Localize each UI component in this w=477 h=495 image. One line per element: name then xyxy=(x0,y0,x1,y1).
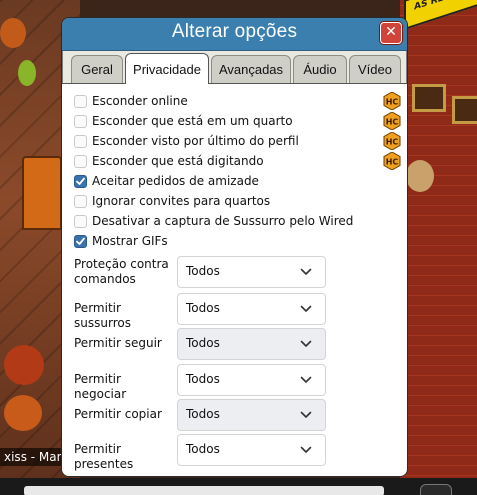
wall-picture-frame xyxy=(452,96,477,124)
checkbox[interactable] xyxy=(74,135,87,148)
tab-privacidade[interactable]: Privacidade xyxy=(125,53,209,84)
tab-audio[interactable]: Áudio xyxy=(293,55,347,83)
svg-text:HC: HC xyxy=(386,98,399,107)
chat-input[interactable] xyxy=(24,486,384,495)
select-label: Permitir negociar xyxy=(74,372,127,401)
svg-text:HC: HC xyxy=(386,158,399,167)
checkmark-icon xyxy=(76,177,85,185)
select-value: Todos xyxy=(186,442,220,456)
svg-text:HC: HC xyxy=(386,118,399,127)
chat-style-button[interactable] xyxy=(420,484,452,495)
checkbox[interactable] xyxy=(74,195,87,208)
close-icon: ✕ xyxy=(385,24,397,40)
select-label: Permitir copiar xyxy=(74,407,162,421)
sussurros-select[interactable]: Todos xyxy=(177,293,326,325)
dialog-title: Alterar opções xyxy=(171,21,298,42)
tab-avancadas[interactable]: Avançadas xyxy=(211,55,291,83)
chevron-down-icon xyxy=(300,376,312,383)
select-value: Todos xyxy=(186,336,220,350)
select-row-copiar: Permitir copiar Todos xyxy=(74,399,394,433)
close-button[interactable]: ✕ xyxy=(380,22,402,44)
option-mostrar-gifs[interactable]: Mostrar GIFs xyxy=(74,233,394,251)
checkbox-label: Mostrar GIFs xyxy=(92,234,168,248)
checkbox-label: Esconder que está digitando xyxy=(92,154,264,168)
chevron-down-icon xyxy=(300,411,312,418)
chevron-down-icon xyxy=(300,305,312,312)
privacy-panel: Esconder online HC Esconder que está em … xyxy=(62,84,407,476)
tab-label: Áudio xyxy=(303,62,337,77)
checkmark-icon xyxy=(76,237,85,245)
chevron-down-icon xyxy=(300,268,312,275)
wall-picture-frame xyxy=(412,84,446,112)
tab-label: Privacidade xyxy=(133,62,201,77)
checkbox-label: Esconder online xyxy=(92,94,188,108)
select-row-protecao-comandos: Proteção contra comandos Todos xyxy=(74,256,394,290)
tab-video[interactable]: Vídeo xyxy=(349,55,401,83)
decor-plant xyxy=(406,160,434,192)
dialog-titlebar[interactable]: Alterar opções ✕ xyxy=(62,18,407,51)
protecao-comandos-select[interactable]: Todos xyxy=(177,256,326,288)
checkbox[interactable] xyxy=(74,215,87,228)
tab-label: Vídeo xyxy=(358,62,392,77)
presentes-select[interactable]: Todos xyxy=(177,434,326,466)
hc-badge-icon: HC xyxy=(383,92,401,110)
tab-geral[interactable]: Geral xyxy=(71,55,123,83)
options-dialog: Alterar opções ✕ Geral Privacidade Avanç… xyxy=(61,17,408,477)
select-label: Permitir seguir xyxy=(74,336,162,350)
tab-label: Avançadas xyxy=(218,62,284,77)
hc-badge-icon: HC xyxy=(383,152,401,170)
select-value: Todos xyxy=(186,407,220,421)
checkbox[interactable] xyxy=(74,175,87,188)
seguir-select[interactable]: Todos xyxy=(177,328,326,360)
option-ignorar-convites[interactable]: Ignorar convites para quartos xyxy=(74,193,394,211)
option-aceitar-amizade[interactable]: Aceitar pedidos de amizade xyxy=(74,173,394,191)
select-label: Permitir presentes xyxy=(74,442,134,471)
negociar-select[interactable]: Todos xyxy=(177,364,326,396)
checkbox[interactable] xyxy=(74,235,87,248)
option-esconder-online[interactable]: Esconder online HC xyxy=(74,92,401,111)
select-row-presentes: Permitir presentes Todos xyxy=(74,434,394,471)
select-value: Todos xyxy=(186,372,220,386)
checkbox-label: Ignorar convites para quartos xyxy=(92,194,271,208)
decor-plant xyxy=(18,60,36,86)
hc-badge-icon: HC xyxy=(383,112,401,130)
hc-badge-icon: HC xyxy=(383,132,401,150)
tab-label: Geral xyxy=(81,62,113,77)
chevron-down-icon xyxy=(300,446,312,453)
svg-text:HC: HC xyxy=(386,138,399,147)
option-esconder-digitando[interactable]: Esconder que está digitando HC xyxy=(74,152,401,171)
option-esconder-quarto[interactable]: Esconder que está em um quarto HC xyxy=(74,112,401,131)
furniture-chair xyxy=(22,156,62,230)
option-esconder-visto[interactable]: Esconder visto por último do perfil HC xyxy=(74,132,401,151)
select-label: Permitir sussurros xyxy=(74,301,131,330)
decor-plant xyxy=(4,395,42,431)
chevron-down-icon xyxy=(300,340,312,347)
checkbox-label: Aceitar pedidos de amizade xyxy=(92,174,259,188)
room-wall xyxy=(400,0,477,495)
tab-bar: Geral Privacidade Avançadas Áudio Vídeo xyxy=(71,53,401,84)
chat-bar xyxy=(0,478,477,495)
checkbox[interactable] xyxy=(74,115,87,128)
select-row-seguir: Permitir seguir Todos xyxy=(74,328,394,362)
select-row-sussurros: Permitir sussurros Todos xyxy=(74,293,394,330)
checkbox[interactable] xyxy=(74,155,87,168)
decor-plant xyxy=(0,18,26,48)
checkbox-label: Esconder que está em um quarto xyxy=(92,114,293,128)
checkbox[interactable] xyxy=(74,95,87,108)
select-label: Proteção contra comandos xyxy=(74,257,169,286)
checkbox-label: Esconder visto por último do perfil xyxy=(92,134,299,148)
decor-plant xyxy=(4,345,44,385)
select-row-negociar: Permitir negociar Todos xyxy=(74,364,394,401)
select-value: Todos xyxy=(186,301,220,315)
copiar-select[interactable]: Todos xyxy=(177,399,326,431)
checkbox-label: Desativar a captura de Sussurro pelo Wir… xyxy=(92,214,354,228)
select-value: Todos xyxy=(186,264,220,278)
option-desativar-sussurro[interactable]: Desativar a captura de Sussurro pelo Wir… xyxy=(74,213,394,231)
